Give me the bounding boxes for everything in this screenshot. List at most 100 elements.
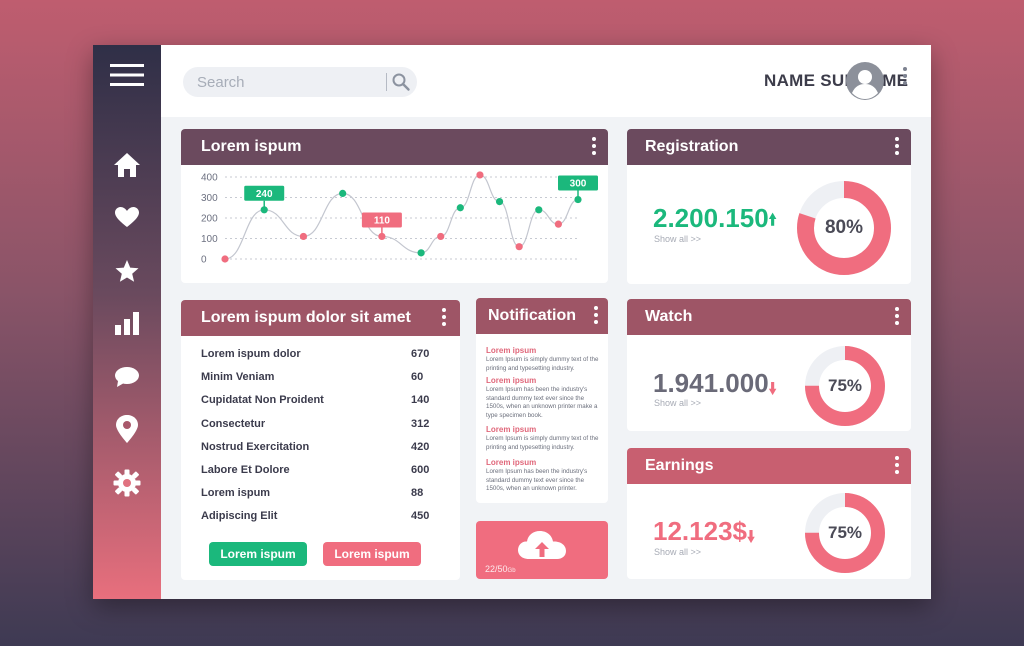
notification-item-title[interactable]: Lorem ipsum <box>486 458 536 467</box>
y-tick-label: 100 <box>201 234 218 245</box>
data-point <box>299 232 308 241</box>
list-item: Lorem ispum 88 <box>201 487 429 503</box>
list-item-label: Adipiscing Elit <box>201 510 278 523</box>
notification-card-title: Notification <box>488 307 576 324</box>
pink-action-button[interactable]: Lorem ispum <box>323 542 421 566</box>
notification-item-body: Lorem Ipsum has been the industry's stan… <box>486 468 588 493</box>
list-item-label: Lorem ispum dolor <box>201 348 301 360</box>
list-card: Lorem ispum dolor sit amet Lorem ispum d… <box>181 300 460 580</box>
watch-show-all-link[interactable]: Show all >> <box>654 398 701 408</box>
data-point <box>495 198 504 206</box>
donut-percent-label: 75% <box>827 522 863 542</box>
earnings-card: Earnings 12.123$🠛 Show all >> 75% <box>627 448 911 579</box>
cloud-upload-icon[interactable] <box>516 529 568 563</box>
registration-show-all-link[interactable]: Show all >> <box>654 234 701 244</box>
watch-card-title: Watch <box>645 308 693 325</box>
chart-card-title: Lorem ispum <box>201 138 302 155</box>
data-point <box>417 249 425 257</box>
line-chart: 400 300 200 100 0 240 110 300 <box>201 171 598 266</box>
sidebar <box>93 45 161 599</box>
registration-card-title: Registration <box>645 138 739 155</box>
notification-item-title[interactable]: Lorem ipsum <box>486 425 536 434</box>
heart-icon[interactable] <box>107 199 147 235</box>
upload-card[interactable]: 22/50Gb <box>476 521 608 579</box>
earnings-show-all-link[interactable]: Show all >> <box>654 547 701 557</box>
data-point <box>339 189 347 197</box>
list-item: Consectetur 312 <box>201 418 429 434</box>
notification-item-body: Lorem Ipsum is simply dummy text of the … <box>486 435 599 451</box>
registration-kebab-icon[interactable] <box>893 137 901 157</box>
registration-donut: 80% <box>797 181 891 275</box>
watch-kebab-icon[interactable] <box>893 307 901 327</box>
list-item-value: 600 <box>411 464 430 476</box>
notification-card: Notification Lorem ipsum Lorem Ipsum is s… <box>476 298 608 503</box>
data-point <box>260 206 268 214</box>
avatar-icon[interactable] <box>846 62 884 100</box>
home-icon[interactable] <box>107 147 147 183</box>
list-item-label: Consectetur <box>201 417 266 430</box>
notification-kebab-icon[interactable] <box>592 306 600 326</box>
watch-donut: 75% <box>805 346 885 426</box>
list-item: Adipiscing Elit 450 <box>201 510 429 526</box>
earnings-kebab-icon[interactable] <box>893 456 901 476</box>
upload-progress-text: 22/50Gb <box>485 564 516 574</box>
list-card-title: Lorem ispum dolor sit amet <box>201 309 411 326</box>
list-card-header: Lorem ispum dolor sit amet <box>181 300 460 336</box>
registration-card-header: Registration <box>627 129 911 165</box>
search-divider <box>386 73 387 91</box>
green-action-button[interactable]: Lorem ispum <box>209 542 307 566</box>
user-name: NAME SURNAME <box>764 71 909 90</box>
earnings-card-title: Earnings <box>645 457 714 474</box>
location-icon[interactable] <box>107 411 147 447</box>
list-card-kebab-icon[interactable] <box>440 308 448 328</box>
list-item: Minim Veniam 60 <box>201 371 429 387</box>
list-item-value: 140 <box>411 394 430 407</box>
data-point <box>378 232 386 241</box>
list-item-value: 88 <box>411 487 424 500</box>
data-label: 300 <box>570 179 587 190</box>
top-bar: NAME SURNAME <box>161 45 931 117</box>
chart-card: Lorem ispum 400 300 200 100 0 240 110 300 <box>181 129 608 283</box>
watch-card-header: Watch <box>627 299 911 335</box>
menu-hamburger-icon[interactable] <box>107 57 147 93</box>
list-item-value: 670 <box>411 348 430 360</box>
y-tick-label: 400 <box>201 173 218 184</box>
data-label: 240 <box>256 189 273 200</box>
search-input[interactable] <box>197 73 377 91</box>
data-point <box>476 171 484 179</box>
y-tick-label: 200 <box>201 214 218 225</box>
list-item-value: 450 <box>411 510 430 523</box>
data-point <box>574 195 582 204</box>
chat-icon[interactable] <box>107 359 147 395</box>
list-item: Lorem ispum dolor 670 <box>201 348 429 364</box>
search-icon[interactable] <box>391 72 411 92</box>
data-point <box>515 243 523 251</box>
chart-card-header: Lorem ispum <box>181 129 608 165</box>
list-item-value: 420 <box>411 440 430 453</box>
search-box[interactable] <box>183 67 417 97</box>
donut-percent-label: 80% <box>824 216 864 238</box>
user-menu-kebab-icon[interactable] <box>901 67 909 87</box>
notification-item-title[interactable]: Lorem ipsum <box>486 376 536 385</box>
list-item-value: 60 <box>411 371 424 384</box>
notification-item-body: Lorem Ipsum has been the industry's stan… <box>486 386 598 419</box>
earnings-donut: 75% <box>805 493 885 573</box>
list-item-label: Lorem ispum <box>201 487 271 500</box>
trend-up-icon: 🠙 <box>768 212 777 229</box>
earnings-card-header: Earnings <box>627 448 911 484</box>
list-item: Nostrud Exercitation 420 <box>201 441 429 457</box>
trend-down-icon: 🠛 <box>746 529 756 546</box>
watch-card: Watch 1.941.000🠛 Show all >> 75% <box>627 299 911 431</box>
list-item: Cupidatat Non Proident 140 <box>201 394 429 410</box>
list-item-value: 312 <box>411 417 430 430</box>
bar-chart-icon[interactable] <box>107 305 147 341</box>
registration-value: 2.200.150🠙 <box>653 203 777 233</box>
notification-item-body: Lorem Ipsum is simply dummy text of the … <box>486 356 599 372</box>
list-item-label: Labore Et Dolore <box>201 464 290 476</box>
star-icon[interactable] <box>107 253 147 289</box>
chart-card-kebab-icon[interactable] <box>590 137 598 157</box>
gear-icon[interactable] <box>107 465 147 501</box>
notification-item-title[interactable]: Lorem ipsum <box>486 346 536 355</box>
list-item-label: Nostrud Exercitation <box>201 440 310 453</box>
registration-card: Registration 2.200.150🠙 Show all >> 80% <box>627 129 911 284</box>
